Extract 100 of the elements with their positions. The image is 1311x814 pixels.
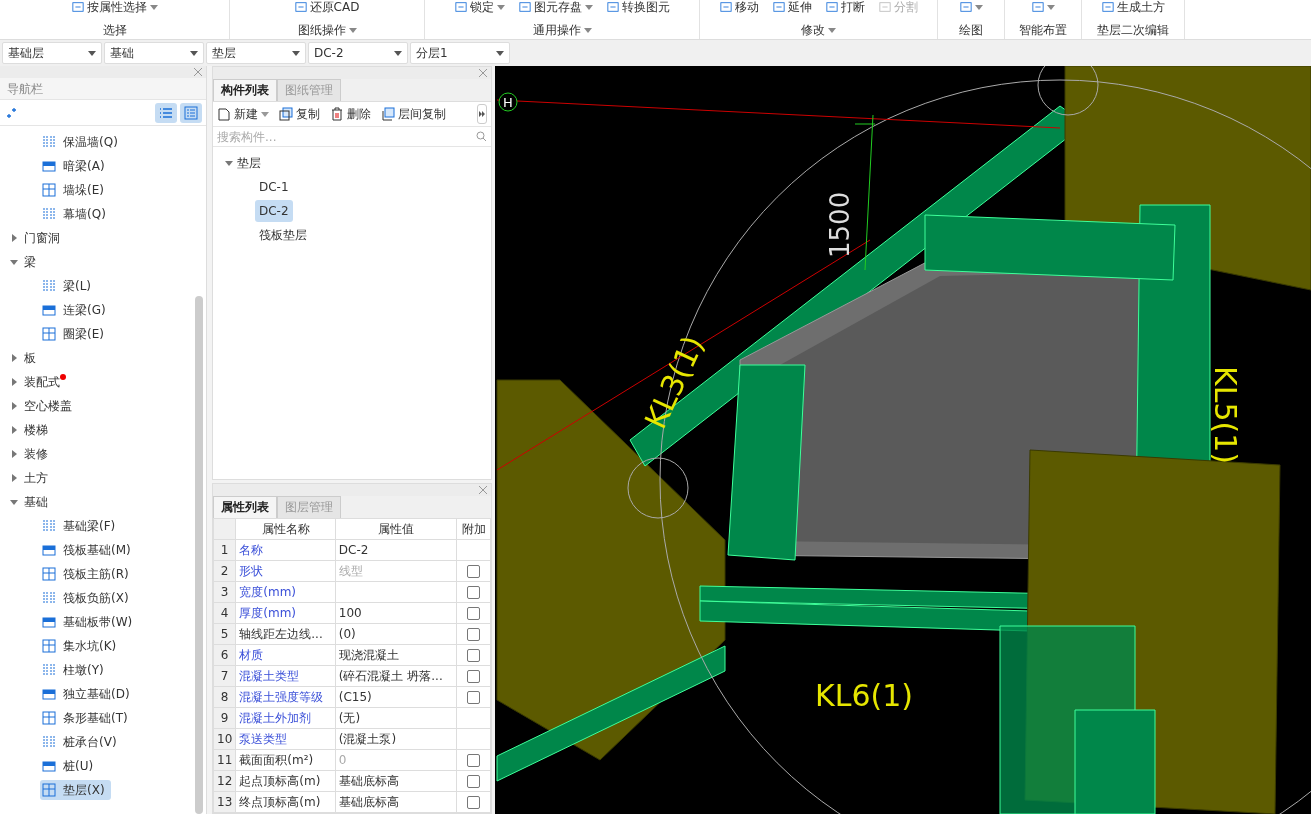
layer-dropdown[interactable]: 分层1 [410, 42, 510, 64]
tree-item[interactable]: 楼梯 [24, 421, 48, 439]
property-value[interactable]: 100 [335, 602, 457, 624]
toolbar-button[interactable]: 新建 [217, 105, 269, 123]
checkbox[interactable] [467, 649, 481, 662]
ribbon-button[interactable]: 延伸 [772, 0, 812, 14]
checkbox[interactable] [467, 775, 481, 788]
expanded-icon[interactable] [10, 498, 18, 506]
tree-item[interactable]: 装修 [24, 445, 48, 463]
tree-item[interactable]: 基础 [24, 493, 48, 511]
tree-item[interactable]: 条形基础(T) [40, 708, 134, 728]
tree-item[interactable]: 集水坑(K) [40, 636, 123, 656]
expanded-icon[interactable] [225, 159, 233, 167]
expanded-icon[interactable] [10, 258, 18, 266]
checkbox[interactable] [467, 565, 481, 578]
property-value[interactable]: 现浇混凝土 [335, 644, 457, 666]
component-icon [42, 711, 56, 725]
property-value[interactable]: 基础底标高 [335, 770, 457, 792]
layer-dropdown[interactable]: 基础层 [2, 42, 102, 64]
tree-item[interactable]: 基础梁(F) [40, 516, 122, 536]
detail-view-icon[interactable] [180, 102, 202, 123]
collapsed-icon[interactable] [10, 450, 18, 458]
close-icon[interactable] [194, 66, 202, 78]
ribbon-button[interactable]: 锁定 [454, 0, 505, 14]
layer-dropdown[interactable]: 垫层 [206, 42, 306, 64]
tree-item[interactable]: DC-1 [255, 176, 293, 198]
tree-item[interactable]: DC-2 [255, 200, 293, 222]
property-value[interactable]: 基础底标高 [335, 791, 457, 813]
tree-item[interactable]: 基础板带(W) [40, 612, 139, 632]
tree-item[interactable]: 空心楼盖 [24, 397, 72, 415]
collapsed-icon[interactable] [10, 234, 18, 242]
toolbar-button[interactable]: 复制 [279, 105, 320, 123]
checkbox[interactable] [467, 586, 481, 599]
tree-item[interactable]: 门窗洞 [24, 229, 60, 247]
sparkle-icon[interactable] [6, 106, 18, 119]
tool-icon [606, 1, 619, 13]
scrollbar[interactable] [195, 296, 203, 814]
toolbar-button[interactable]: 删除 [330, 105, 371, 123]
tree-item[interactable]: 筏板基础(M) [40, 540, 137, 560]
row-number: 1 [213, 539, 236, 561]
tree-item[interactable]: 桩承台(V) [40, 732, 123, 752]
row-number: 12 [213, 770, 236, 792]
tree-item[interactable]: 筏板主筋(R) [40, 564, 135, 584]
tree-item[interactable]: 筏板负筋(X) [40, 588, 135, 608]
layer-dropdown[interactable]: DC-2 [308, 42, 408, 64]
layer-dropdown[interactable]: 基础 [104, 42, 204, 64]
toolbar-button[interactable]: 层间复制 [381, 105, 446, 123]
collapsed-icon[interactable] [10, 378, 18, 386]
property-value[interactable]: (0) [335, 623, 457, 645]
dropdown-button[interactable] [959, 1, 983, 13]
checkbox[interactable] [467, 754, 481, 767]
property-value[interactable]: DC-2 [335, 539, 457, 561]
tree-item[interactable]: 独立基础(D) [40, 684, 136, 704]
property-name: 终点顶标高(m) [235, 791, 336, 813]
ribbon-button[interactable]: 图元存盘 [518, 0, 593, 14]
close-icon[interactable] [479, 67, 487, 79]
tree-item[interactable]: 柱墩(Y) [40, 660, 110, 680]
property-value[interactable]: (碎石混凝土 坍落... [335, 665, 457, 687]
more-button[interactable] [477, 104, 487, 124]
checkbox[interactable] [467, 796, 481, 809]
collapsed-icon[interactable] [10, 354, 18, 362]
ribbon-button[interactable]: 移动 [719, 0, 759, 14]
tree-item[interactable]: 圈梁(E) [40, 324, 110, 344]
tree-item[interactable]: 筏板垫层 [255, 224, 311, 246]
row-number: 10 [213, 728, 236, 750]
ribbon-button[interactable]: 打断 [825, 0, 865, 14]
collapsed-icon[interactable] [10, 474, 18, 482]
tree-item[interactable]: 连梁(G) [40, 300, 112, 320]
tree-item[interactable]: 梁 [24, 253, 36, 271]
tree-item[interactable]: 暗梁(A) [40, 156, 111, 176]
tree-item[interactable]: 土方 [24, 469, 48, 487]
tree-item[interactable]: 梁(L) [40, 276, 98, 296]
ribbon-button[interactable]: 转换图元 [606, 0, 670, 14]
tree-item[interactable]: 装配式 [24, 373, 60, 391]
checkbox[interactable] [467, 628, 481, 641]
tree-item[interactable]: 垫层 [237, 154, 261, 172]
checkbox[interactable] [467, 607, 481, 620]
tree-item[interactable]: 幕墙(Q) [40, 204, 112, 224]
tool-icon [217, 107, 231, 121]
checkbox[interactable] [467, 670, 481, 683]
tree-item[interactable]: 板 [24, 349, 36, 367]
property-value[interactable]: (混凝土泵) [335, 728, 457, 750]
checkbox[interactable] [467, 691, 481, 704]
collapsed-icon[interactable] [10, 426, 18, 434]
panel-tab[interactable]: 构件列表 [213, 79, 277, 101]
property-value[interactable]: (无) [335, 707, 457, 729]
collapsed-icon[interactable] [10, 402, 18, 410]
ribbon-button[interactable]: 还原CAD [294, 0, 360, 14]
close-icon[interactable] [479, 484, 487, 496]
tree-item[interactable]: 垫层(X) [40, 780, 111, 800]
panel-tab[interactable]: 属性列表 [213, 496, 277, 518]
search-icon[interactable] [476, 131, 487, 142]
property-value[interactable]: (C15) [335, 686, 457, 708]
tree-item[interactable]: 墙垛(E) [40, 180, 110, 200]
tree-item[interactable]: 保温墙(Q) [40, 132, 124, 152]
ribbon-button[interactable]: 生成土方 [1101, 0, 1165, 14]
ribbon-button[interactable]: 按属性选择 [71, 0, 158, 14]
tree-item[interactable]: 桩(U) [40, 756, 100, 776]
list-view-icon[interactable] [155, 102, 177, 123]
dropdown-button[interactable] [1031, 1, 1055, 13]
